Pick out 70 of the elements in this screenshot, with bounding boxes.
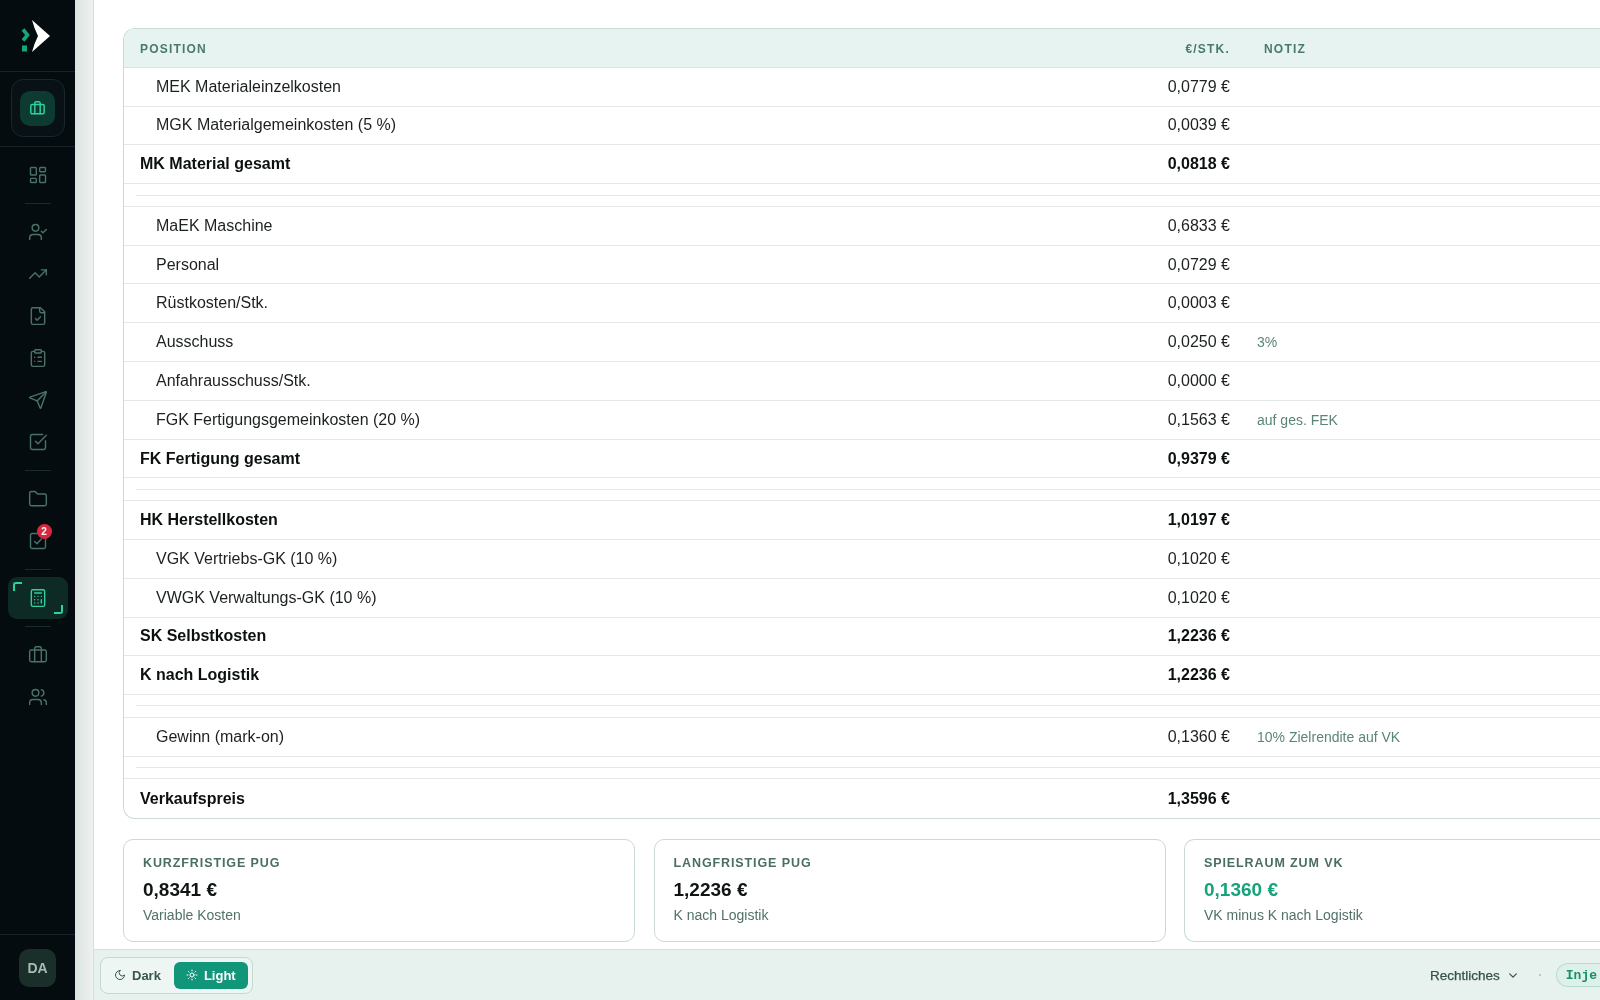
amount-text: 0,1563 €	[1167, 410, 1230, 428]
legal-menu-button[interactable]: Rechtliches	[1430, 967, 1517, 983]
chevron-down-icon	[1508, 972, 1517, 978]
card-title: KURZFRISTIGE PUG	[143, 855, 281, 872]
amount-text: 1,2236 €	[1167, 627, 1230, 645]
note-text: auf ges. FEK	[1257, 411, 1338, 428]
column-header: €/STK.	[1185, 41, 1230, 56]
briefcase-icon	[27, 645, 48, 665]
amount-text: 1,2236 €	[1167, 666, 1230, 684]
note-text: 3%	[1257, 334, 1278, 351]
card-caption: K nach Logistik	[673, 906, 769, 925]
position-text: Anfahrausschuss/Stk.	[156, 371, 311, 389]
position-text: VWGK Verwaltungs-GK (10 %)	[156, 588, 377, 606]
position-text: SK Selbstkosten	[140, 627, 267, 645]
amount-text: 0,6833 €	[1167, 216, 1230, 234]
position-text: MaEK Maschine	[156, 216, 273, 234]
position-text: K nach Logistik	[140, 666, 260, 684]
check-square-icon	[27, 432, 48, 452]
card-title: LANGFRISTIGE PUG	[673, 855, 812, 872]
amount-text: 0,1020 €	[1167, 549, 1230, 567]
folder-icon	[27, 489, 48, 509]
theme-option[interactable]: Light	[173, 961, 248, 989]
theme-option[interactable]: Dark	[105, 961, 170, 989]
user-avatar[interactable]: DA	[19, 948, 56, 987]
position-text: Ausschuss	[156, 333, 234, 351]
user-check-icon	[27, 222, 48, 242]
amount-text: 1,3596 €	[1167, 789, 1230, 807]
amount-text: 0,0003 €	[1167, 294, 1230, 312]
position-text: Personal	[156, 255, 220, 273]
dashboard-icon	[27, 165, 48, 185]
position-text: VGK Vertriebs-GK (10 %)	[156, 549, 338, 567]
amount-text: 0,0779 €	[1167, 77, 1230, 95]
card-title: SPIELRAUM ZUM VK	[1204, 855, 1344, 872]
briefcase-icon	[20, 90, 55, 126]
position-text: FK Fertigung gesamt	[140, 449, 300, 467]
card-caption: VK minus K nach Logistik	[1204, 906, 1363, 925]
position-text: HK Herstellkosten	[140, 511, 278, 529]
amount-text: 0,9379 €	[1167, 449, 1230, 467]
card-value: 0,8341 €	[143, 878, 217, 903]
amount-text: 0,0818 €	[1167, 155, 1230, 173]
amount-text: 0,0039 €	[1167, 116, 1230, 134]
column-header: NOTIZ	[1264, 41, 1306, 56]
amount-text: 1,0197 €	[1167, 511, 1230, 529]
column-header: POSITION	[140, 41, 207, 56]
tag: Inje	[1555, 963, 1600, 987]
workspace-button[interactable]	[10, 79, 65, 137]
position-text: Gewinn (mark-on)	[156, 727, 285, 745]
position-text: Verkaufspreis	[140, 789, 245, 807]
logo-icon	[21, 18, 51, 53]
position-text: MK Material gesamt	[140, 155, 291, 173]
card-value: 0,1360 €	[1204, 878, 1278, 903]
position-text: Rüstkosten/Stk.	[156, 294, 269, 312]
amount-text: 0,1360 €	[1167, 727, 1230, 745]
count-badge: 2	[36, 524, 52, 539]
sidebar-item[interactable]: 2	[7, 520, 68, 562]
amount-text: 0,1020 €	[1167, 588, 1230, 606]
moon-icon	[114, 969, 126, 981]
position-text: MGK Materialgemeinkosten (5 %)	[156, 116, 397, 134]
note-text: 10% Zielrendite auf VK	[1257, 728, 1401, 745]
card-value: 1,2236 €	[673, 878, 748, 903]
position-text: MEK Materialeinzelkosten	[156, 77, 341, 95]
sidebar-item[interactable]	[7, 577, 68, 619]
sun-icon	[185, 969, 198, 981]
card-caption: Variable Kosten	[143, 906, 241, 925]
send-icon	[27, 390, 48, 410]
amount-text: 0,0250 €	[1167, 333, 1230, 351]
position-text: FGK Fertigungsgemeinkosten (20 %)	[156, 410, 421, 428]
amount-text: 0,0729 €	[1167, 255, 1230, 273]
users-icon	[27, 687, 48, 707]
amount-text: 0,0000 €	[1167, 371, 1230, 389]
